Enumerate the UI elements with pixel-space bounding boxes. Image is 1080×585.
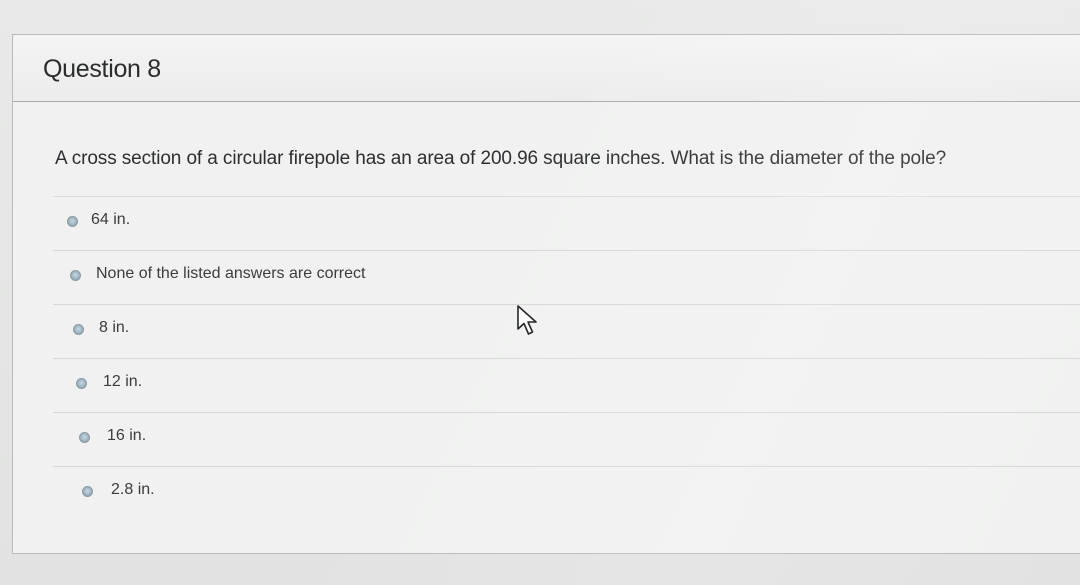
- radio-button-icon[interactable]: [79, 432, 90, 443]
- answer-label[interactable]: 12 in.: [103, 373, 142, 391]
- answer-label[interactable]: 8 in.: [99, 319, 129, 337]
- question-header: Question 8: [13, 35, 1080, 102]
- radio-button-icon[interactable]: [70, 270, 81, 281]
- question-card: Question 8 A cross section of a circular…: [12, 34, 1080, 554]
- radio-button-icon[interactable]: [73, 324, 84, 335]
- answer-label[interactable]: None of the listed answers are correct: [96, 265, 365, 283]
- answer-option-none-correct[interactable]: None of the listed answers are correct: [53, 250, 1080, 304]
- radio-button-icon[interactable]: [82, 486, 93, 497]
- answer-label[interactable]: 2.8 in.: [111, 481, 155, 499]
- mouse-pointer-icon: [517, 305, 537, 335]
- answer-option-16-in[interactable]: 16 in.: [53, 412, 1080, 466]
- question-title: Question 8: [43, 55, 161, 83]
- answer-option-64-in[interactable]: 64 in.: [53, 196, 1080, 250]
- answer-label[interactable]: 16 in.: [107, 427, 146, 445]
- answer-option-8-in[interactable]: 8 in.: [53, 304, 1080, 358]
- question-body: A cross section of a circular firepole h…: [13, 102, 1080, 555]
- answer-option-12-in[interactable]: 12 in.: [53, 358, 1080, 412]
- answer-label[interactable]: 64 in.: [91, 211, 130, 229]
- radio-button-icon[interactable]: [67, 216, 78, 227]
- answer-option-2-8-in[interactable]: 2.8 in.: [53, 466, 1080, 520]
- question-text: A cross section of a circular firepole h…: [55, 148, 947, 169]
- answer-list: 64 in. None of the listed answers are co…: [53, 196, 1080, 520]
- radio-button-icon[interactable]: [76, 378, 87, 389]
